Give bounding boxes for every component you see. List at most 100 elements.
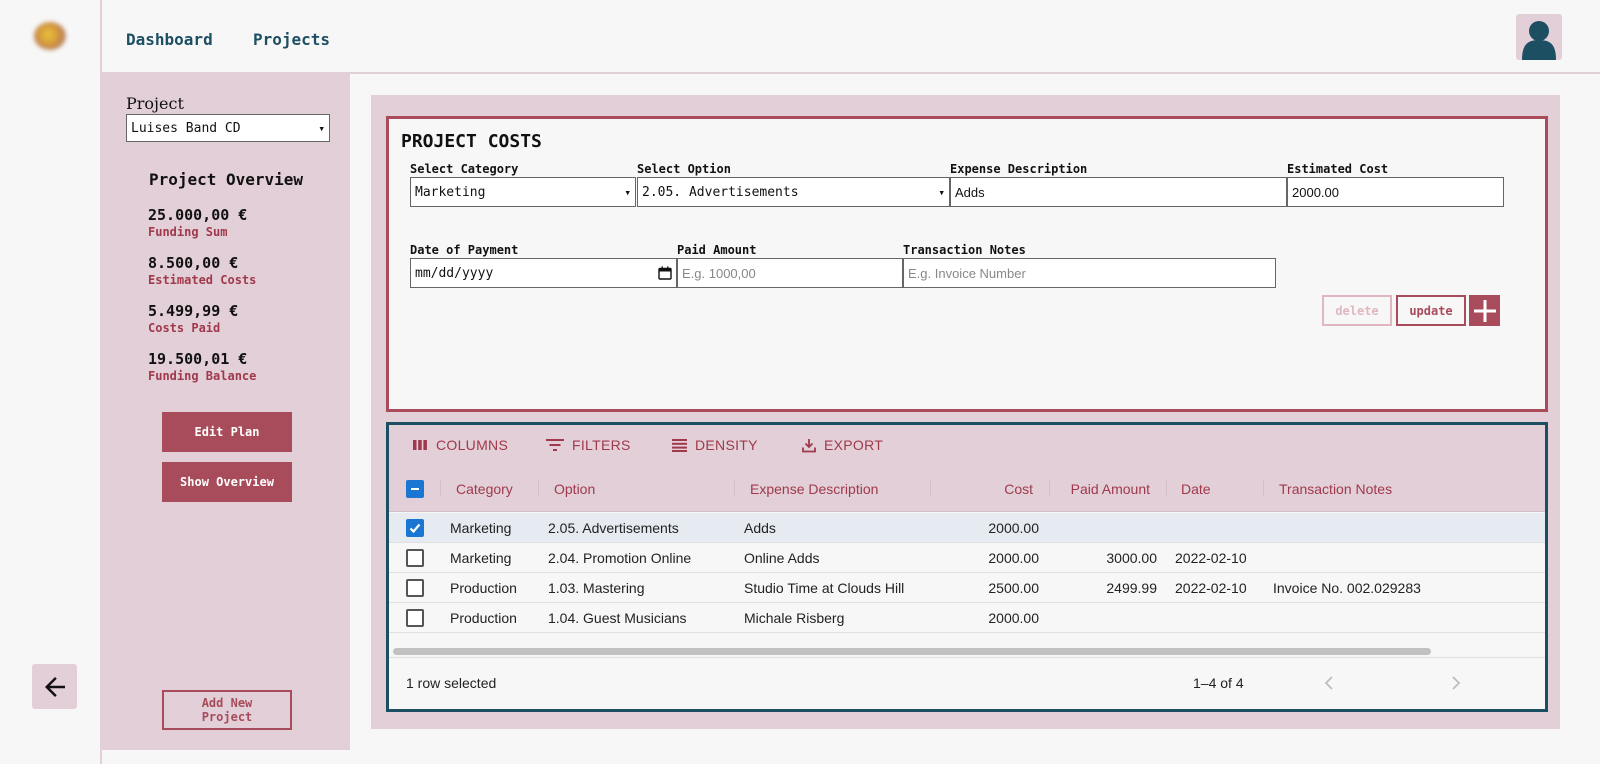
indeterminate-checkbox-icon <box>406 479 424 498</box>
project-select-value: Luises Band CD <box>131 120 241 136</box>
row-checkbox[interactable] <box>406 543 424 573</box>
horizontal-scrollbar[interactable] <box>393 646 1545 656</box>
header-category[interactable]: Category <box>456 465 513 512</box>
density-icon <box>672 439 687 452</box>
category-select[interactable]: Marketing ▾ <box>410 177 636 207</box>
date-of-payment-input[interactable]: mm/dd/yyyy <box>410 258 677 288</box>
stat-funding-balance: 19.500,01 € Funding Balance <box>148 350 256 383</box>
cell-description: Michale Risberg <box>744 610 845 626</box>
checkbox-unchecked-icon <box>406 549 424 567</box>
column-separator <box>1166 480 1167 496</box>
logo[interactable] <box>34 22 66 50</box>
grid-footer: 1 row selected 1–4 of 4 <box>389 657 1545 709</box>
next-page-button[interactable] <box>1446 668 1466 698</box>
add-cost-button[interactable] <box>1469 295 1500 326</box>
header-transaction-notes[interactable]: Transaction Notes <box>1279 465 1392 512</box>
column-separator <box>1263 480 1264 496</box>
header-expense-description[interactable]: Expense Description <box>750 465 878 512</box>
avatar[interactable] <box>1516 14 1562 60</box>
estimated-cost-input[interactable]: 2000.00 <box>1287 177 1504 207</box>
update-button[interactable]: update <box>1396 295 1466 326</box>
columns-button[interactable]: COLUMNS <box>412 435 508 455</box>
paid-amount-label: Paid Amount <box>677 243 757 257</box>
header-date[interactable]: Date <box>1181 465 1211 512</box>
checkbox-checked-icon <box>406 519 424 537</box>
paid-amount-input[interactable]: E.g. 1000,00 <box>677 258 903 288</box>
cell-option: 2.04. Promotion Online <box>548 550 692 566</box>
header-option[interactable]: Option <box>554 465 595 512</box>
stat-label: Costs Paid <box>148 321 221 335</box>
checkbox-unchecked-icon <box>406 579 424 597</box>
stat-value: 25.000,00 € <box>148 206 248 224</box>
cell-paid-amount: 2499.99 <box>1106 580 1157 596</box>
table-row[interactable]: Production 1.04. Guest Musicians Michale… <box>389 603 1545 633</box>
columns-icon <box>413 440 427 450</box>
expense-description-input[interactable]: Adds <box>950 177 1287 207</box>
stat-label: Funding Balance <box>148 369 257 383</box>
filters-button[interactable]: FILTERS <box>546 435 631 455</box>
stat-value: 5.499,99 € <box>148 302 239 320</box>
add-new-project-label-1: Add New <box>201 696 253 710</box>
header-paid-amount[interactable]: Paid Amount <box>1052 465 1150 512</box>
left-rail <box>0 0 102 764</box>
edit-plan-button[interactable]: Edit Plan <box>162 412 292 452</box>
option-select-value: 2.05. Advertisements <box>642 184 799 200</box>
density-button[interactable]: DENSITY <box>672 435 758 455</box>
select-all-checkbox[interactable] <box>406 465 424 512</box>
costs-data-grid: COLUMNS FILTERS DENSITY EXPORT Category … <box>386 422 1548 712</box>
cell-cost: 2000.00 <box>988 520 1039 536</box>
calendar-icon[interactable] <box>658 266 672 280</box>
back-button[interactable] <box>32 664 77 709</box>
cell-option: 1.03. Mastering <box>548 580 645 596</box>
cell-description: Studio Time at Clouds Hill <box>744 580 905 596</box>
add-new-project-button[interactable]: Add New Project <box>162 690 292 730</box>
cell-cost: 2000.00 <box>988 550 1039 566</box>
category-label: Select Category <box>410 162 519 176</box>
arrow-left-icon <box>44 676 65 697</box>
table-row[interactable]: Production 1.03. Mastering Studio Time a… <box>389 573 1545 603</box>
cell-paid-amount <box>1058 603 1157 633</box>
cell-category: Marketing <box>450 520 512 536</box>
stat-value: 19.500,01 € <box>148 350 248 368</box>
row-checkbox[interactable] <box>406 573 424 603</box>
project-costs-title: PROJECT COSTS <box>401 131 542 152</box>
cell-option: 2.05. Advertisements <box>548 520 679 536</box>
transaction-notes-input[interactable]: E.g. Invoice Number <box>903 258 1276 288</box>
nav-dashboard[interactable]: Dashboard <box>126 30 213 49</box>
chevron-down-icon: ▾ <box>318 121 325 135</box>
nav-projects[interactable]: Projects <box>253 30 330 49</box>
cell-category: Production <box>450 580 517 596</box>
cell-date: 2022-02-10 <box>1175 550 1247 566</box>
row-checkbox[interactable] <box>406 603 424 633</box>
user-icon <box>1522 21 1556 60</box>
stat-funding-sum: 25.000,00 € Funding Sum <box>148 206 247 239</box>
project-select[interactable]: Luises Band CD ▾ <box>126 114 330 142</box>
table-row[interactable]: Marketing 2.04. Promotion Online Online … <box>389 543 1545 573</box>
column-separator <box>538 480 539 496</box>
project-label: Project <box>126 94 184 113</box>
estimated-cost-label: Estimated Cost <box>1287 162 1389 176</box>
date-placeholder: mm/dd/yyyy <box>415 265 494 281</box>
row-checkbox[interactable] <box>406 513 424 543</box>
filters-label: FILTERS <box>572 437 631 453</box>
export-label: EXPORT <box>824 437 884 453</box>
scrollbar-thumb[interactable] <box>393 648 1431 655</box>
cell-transaction-notes: Invoice No. 002.029283 <box>1273 580 1421 596</box>
chevron-left-icon <box>1324 676 1333 690</box>
pagination-info: 1–4 of 4 <box>1193 675 1244 691</box>
previous-page-button[interactable] <box>1319 668 1339 698</box>
cell-description: Adds <box>744 520 776 536</box>
cell-category: Production <box>450 610 517 626</box>
show-overview-button[interactable]: Show Overview <box>162 462 292 502</box>
columns-label: COLUMNS <box>436 437 509 453</box>
header-cost[interactable]: Cost <box>933 465 1033 512</box>
cell-description: Online Adds <box>744 550 820 566</box>
main-area: PROJECT COSTS Select Category Marketing … <box>350 74 1600 750</box>
option-label: Select Option <box>637 162 731 176</box>
transaction-notes-label: Transaction Notes <box>903 243 1026 257</box>
add-new-project-label-2: Project <box>201 710 253 724</box>
export-button[interactable]: EXPORT <box>802 435 883 455</box>
table-row[interactable]: Marketing 2.05. Advertisements Adds 2000… <box>389 513 1545 543</box>
column-separator <box>734 480 735 496</box>
option-select[interactable]: 2.05. Advertisements ▾ <box>637 177 950 207</box>
